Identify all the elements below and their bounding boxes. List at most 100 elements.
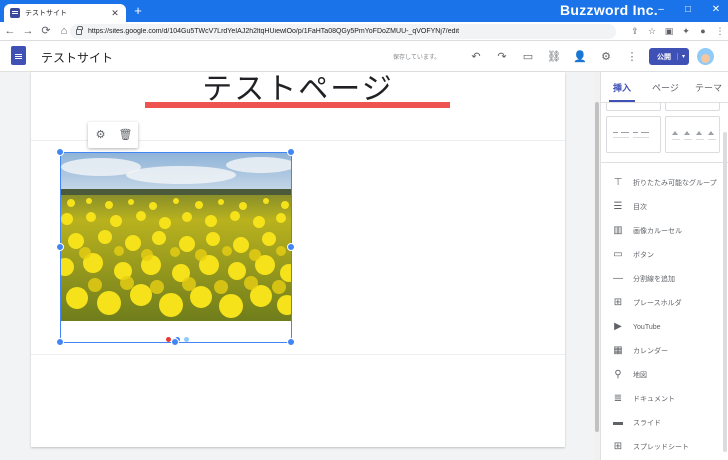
back-icon[interactable]: ←	[2, 23, 18, 39]
tab-pages[interactable]: ページ	[652, 81, 679, 94]
layout-option[interactable]	[665, 103, 720, 111]
placeholder-icon: ⊞	[613, 297, 623, 308]
resize-handle[interactable]	[287, 148, 295, 156]
undo-icon[interactable]: ↶	[469, 50, 483, 64]
maximize-button[interactable]: □	[680, 4, 696, 15]
divider-icon: —	[613, 273, 623, 284]
insert-item-label: YouTube	[633, 323, 661, 331]
brand-watermark: Buzzword Inc.	[559, 2, 658, 18]
insert-map[interactable]: ⚲ 地図	[601, 365, 721, 385]
editor-canvas: テストページ ⚙ 🗑	[0, 72, 600, 460]
resize-handle[interactable]	[171, 338, 179, 346]
insert-document[interactable]: ≣ ドキュメント	[601, 389, 721, 409]
insert-collapsible-group[interactable]: ⊤ 折りたたみ可能なグループ	[601, 173, 721, 193]
insert-divider[interactable]: — 分割線を追加	[601, 269, 721, 289]
insert-item-label: 目次	[633, 204, 647, 211]
layout-option[interactable]	[606, 116, 661, 153]
settings-icon[interactable]: ⚙	[599, 50, 613, 64]
button-icon: ▭	[613, 249, 623, 260]
insert-spreadsheet[interactable]: ⊞ スプレッドシート	[601, 437, 721, 457]
browser-toolbar: ← → ⟳ ⌂ https://sites.google.com/d/104Gu…	[0, 22, 728, 41]
insert-item-label: 折りたたみ可能なグループ	[633, 180, 717, 187]
insert-image-carousel[interactable]: ▥ 画像カルーセル	[601, 221, 721, 241]
more-icon[interactable]: ⋮	[625, 50, 639, 64]
map-pin-icon: ⚲	[614, 369, 622, 380]
insert-table-of-contents[interactable]: ☰ 目次	[601, 197, 721, 217]
browser-menu-icon[interactable]: ⋮	[714, 25, 726, 37]
collapsible-group-icon: ⊤	[613, 177, 623, 188]
resize-handle[interactable]	[287, 338, 295, 346]
tab-insert[interactable]: 挿入	[613, 81, 631, 94]
insert-calendar[interactable]: ▦ カレンダー	[601, 341, 721, 361]
link-icon[interactable]: ⛓	[547, 50, 561, 64]
window-close-button[interactable]: ✕	[708, 4, 724, 15]
insert-panel: 挿入 ページ テーマ ⊤ 折りたたみ可能なグループ ☰ 目次 ▥ 画像カルーセル…	[600, 72, 728, 460]
insert-item-label: 地図	[633, 372, 647, 379]
insert-item-label: 画像カルーセル	[633, 228, 682, 235]
document-icon: ≣	[613, 393, 623, 404]
layout-preview-icon	[672, 131, 716, 140]
reload-icon[interactable]: ⟳	[38, 23, 54, 39]
insert-item-label: スプレッドシート	[633, 444, 689, 451]
forward-icon[interactable]: →	[20, 23, 36, 39]
insert-placeholder[interactable]: ⊞ プレースホルダ	[601, 293, 721, 313]
insert-slides[interactable]: ▬ スライド	[601, 413, 721, 433]
flower-field-image	[61, 153, 291, 321]
browser-tab-strip: テストサイト ✕ + Buzzword Inc. – □ ✕	[0, 0, 728, 22]
image-carousel[interactable]	[56, 148, 295, 346]
avatar[interactable]	[697, 48, 714, 65]
insert-item-label: ボタン	[633, 252, 654, 259]
youtube-icon: ▶	[614, 321, 622, 332]
layout-preview-icon	[613, 132, 649, 138]
resize-handle[interactable]	[56, 243, 64, 251]
panel-divider	[601, 162, 728, 163]
resize-handle[interactable]	[287, 243, 295, 251]
minimize-button[interactable]: –	[653, 4, 669, 15]
title-underline	[145, 102, 450, 108]
rapeseed-photo	[61, 153, 291, 321]
page-sheet: テストページ ⚙ 🗑	[31, 72, 565, 447]
profile-icon[interactable]: ●	[697, 25, 709, 37]
browser-tab[interactable]: テストサイト ✕	[4, 4, 126, 22]
extension-icon[interactable]: ▣	[663, 25, 675, 37]
carousel-dot[interactable]	[184, 337, 189, 342]
puzzle-icon[interactable]: ✦	[680, 25, 692, 37]
share-page-icon[interactable]: ⇪	[629, 25, 641, 37]
insert-item-label: プレースホルダ	[633, 300, 682, 307]
gear-icon[interactable]: ⚙	[94, 128, 108, 142]
insert-item-label: ドキュメント	[633, 396, 675, 403]
slides-icon: ▬	[613, 417, 623, 428]
insert-item-label: スライド	[633, 420, 661, 427]
layout-option[interactable]	[665, 116, 720, 153]
bookmark-star-icon[interactable]: ☆	[646, 25, 658, 37]
layout-option[interactable]	[606, 103, 661, 111]
sites-logo-icon[interactable]	[11, 46, 26, 65]
resize-handle[interactable]	[56, 338, 64, 346]
toc-icon: ☰	[613, 201, 623, 212]
save-status: 保存しています。	[393, 55, 441, 61]
preview-icon[interactable]: ▭	[521, 50, 535, 64]
tab-themes[interactable]: テーマ	[695, 81, 722, 94]
panel-scrollbar[interactable]	[723, 132, 727, 452]
chevron-down-icon[interactable]: ▾	[677, 53, 689, 60]
new-tab-button[interactable]: +	[131, 4, 145, 18]
insert-button[interactable]: ▭ ボタン	[601, 245, 721, 265]
insert-item-label: 分割線を追加	[633, 276, 675, 283]
insert-youtube[interactable]: ▶ YouTube	[601, 317, 721, 337]
canvas-scroll-thumb[interactable]	[595, 102, 599, 432]
redo-icon[interactable]: ↷	[495, 50, 509, 64]
lock-icon	[76, 25, 83, 35]
add-editors-icon[interactable]: 👤	[573, 50, 587, 64]
publish-button[interactable]: 公開 ▾	[649, 48, 689, 65]
address-bar[interactable]: https://sites.google.com/d/104Gu5TWcV7Lr…	[70, 24, 616, 39]
sites-favicon-icon	[10, 8, 20, 18]
resize-handle[interactable]	[56, 148, 64, 156]
browser-tab-title: テストサイト	[25, 10, 67, 17]
insert-item-label: カレンダー	[633, 348, 668, 355]
section-divider	[31, 354, 565, 355]
calendar-icon: ▦	[613, 345, 623, 356]
tab-close-icon[interactable]: ✕	[110, 8, 120, 19]
url-text: https://sites.google.com/d/104Gu5TWcV7Lr…	[88, 28, 460, 35]
trash-icon[interactable]: 🗑	[119, 128, 133, 142]
image-toolbar: ⚙ 🗑	[88, 122, 138, 148]
